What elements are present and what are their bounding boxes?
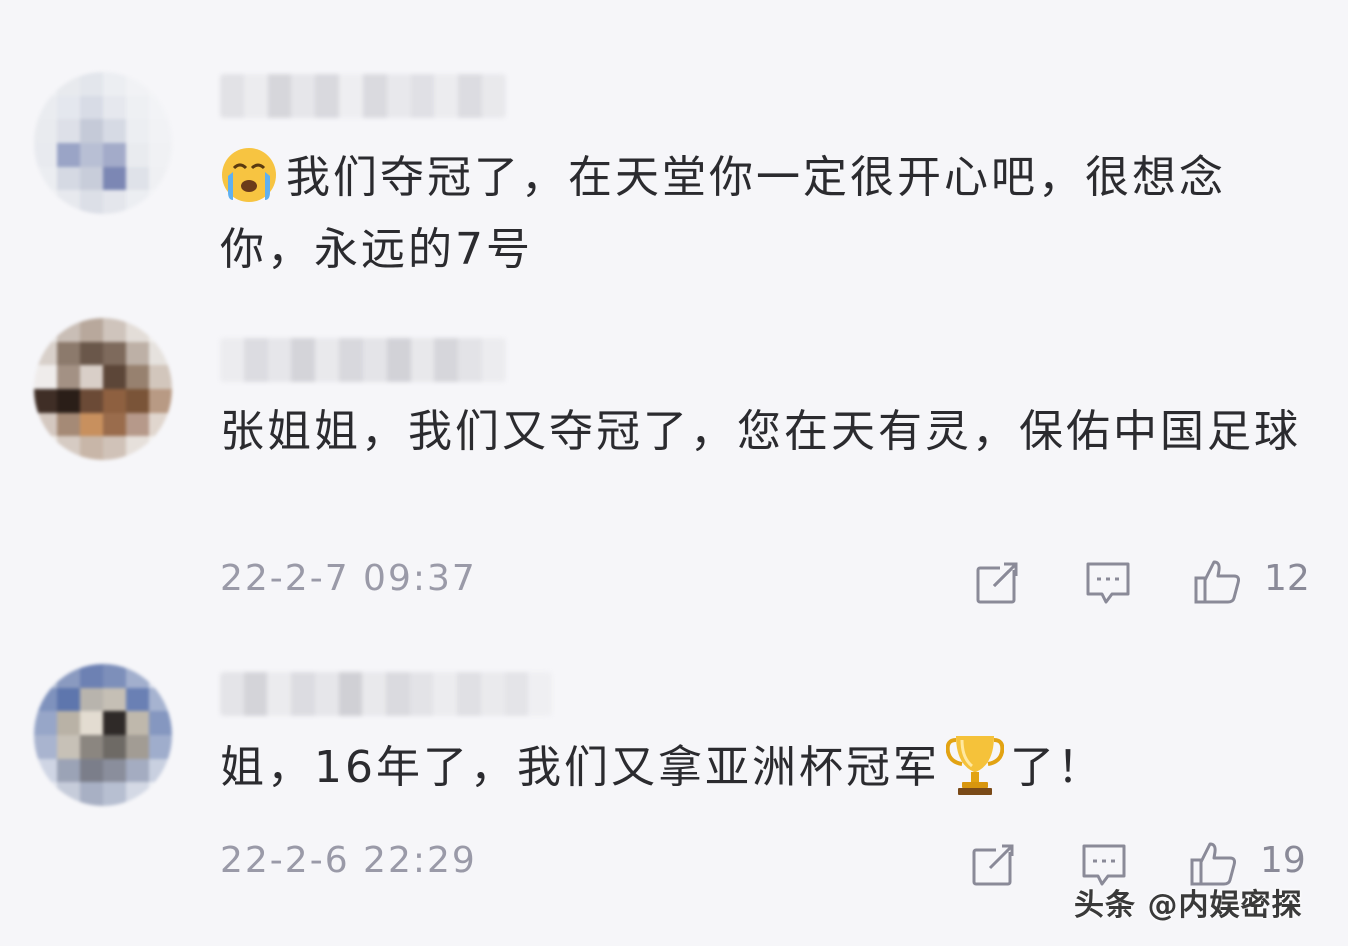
trophy-icon <box>946 736 1004 795</box>
share-icon[interactable] <box>972 556 1024 608</box>
like-count: 19 <box>1260 840 1306 881</box>
thumbs-up-icon[interactable] <box>1192 556 1244 608</box>
crying-face-icon <box>222 148 276 202</box>
avatar-blurred[interactable] <box>34 318 172 460</box>
timestamp: 22-2-6 22:29 <box>220 840 477 881</box>
share-icon[interactable] <box>968 838 1020 890</box>
like-count: 12 <box>1264 558 1310 599</box>
username-blurred[interactable] <box>220 672 552 716</box>
comment-text: 姐，16年了，我们又拿亚洲杯冠军 了！ <box>220 732 1310 804</box>
timestamp: 22-2-7 09:37 <box>220 558 477 599</box>
comment-text-after-emoji: 了！ <box>1010 742 1104 793</box>
avatar-blurred[interactable] <box>34 664 172 806</box>
comment-text-before-emoji: 姐，16年了，我们又拿亚洲杯冠军 <box>220 742 940 793</box>
username-blurred[interactable] <box>220 74 506 118</box>
comment-text: 我们夺冠了，在天堂你一定很开心吧，很想念你，永远的7号 <box>220 142 1310 286</box>
watermark: 头条 @内娱密探 <box>1074 888 1303 923</box>
comment-meta: 22-2-7 09:37 12 <box>220 552 1310 612</box>
avatar-blurred[interactable] <box>34 72 172 214</box>
comment-text: 张姐姐，我们又夺冠了，您在天有灵，保佑中国足球 <box>220 406 1301 457</box>
comment-icon[interactable] <box>1082 556 1134 608</box>
username-blurred[interactable] <box>220 338 506 382</box>
comment-text-body: 我们夺冠了，在天堂你一定很开心吧，很想念你，永远的7号 <box>220 152 1226 275</box>
